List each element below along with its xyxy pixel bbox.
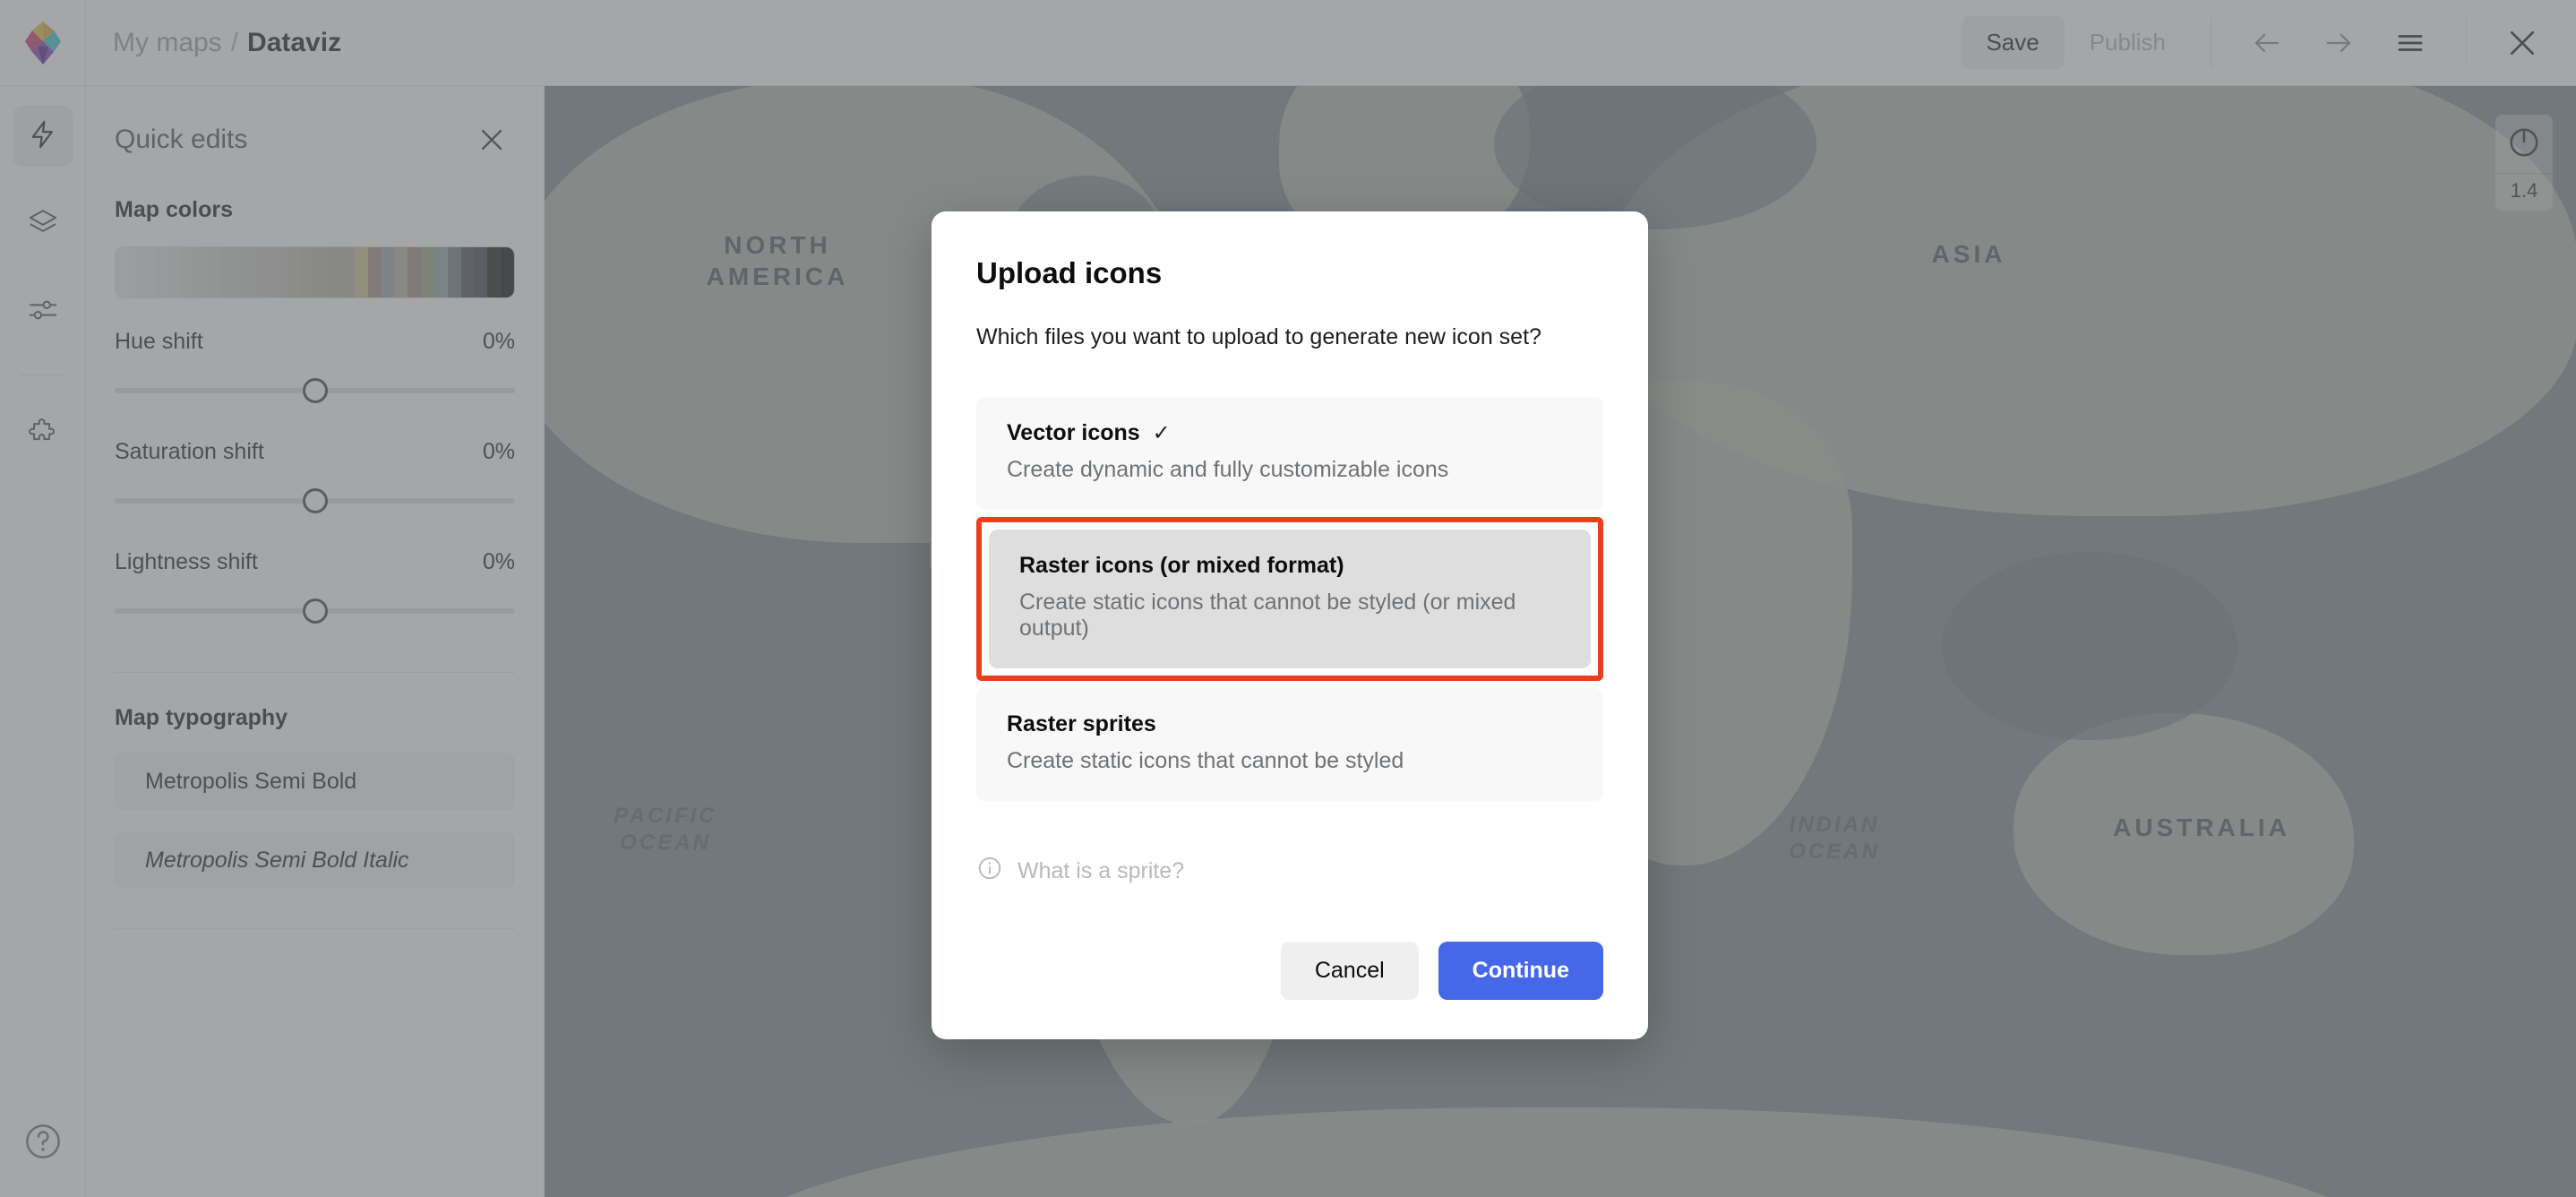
modal-footer: Cancel Continue — [976, 942, 1603, 1000]
upload-icons-modal: Upload icons Which files you want to upl… — [932, 211, 1648, 1039]
option-description: Create static icons that cannot be style… — [1007, 748, 1404, 773]
option-description: Create dynamic and fully customizable ic… — [1007, 457, 1449, 482]
option-title-row: Raster icons (or mixed format) — [1019, 553, 1560, 579]
what-is-a-sprite-link[interactable]: What is a sprite? — [976, 855, 1603, 888]
check-icon: ✓ — [1152, 421, 1171, 445]
option-vector-icons[interactable]: Vector icons ✓ Create dynamic and fully … — [976, 397, 1603, 510]
option-title: Raster icons (or mixed format) — [1019, 553, 1344, 578]
sprite-link-label: What is a sprite? — [1018, 858, 1185, 883]
modal-subtitle: Which files you want to upload to genera… — [976, 324, 1541, 349]
option-title: Raster sprites — [1007, 711, 1156, 736]
annotation-highlight-box: Raster icons (or mixed format) Create st… — [976, 517, 1603, 681]
option-title-row: Raster sprites — [1007, 711, 1573, 737]
upload-option-list: Vector icons ✓ Create dynamic and fully … — [976, 397, 1603, 801]
option-title: Vector icons — [1007, 420, 1140, 445]
modal-title: Upload icons — [976, 256, 1163, 289]
option-raster-sprites[interactable]: Raster sprites Create static icons that … — [976, 688, 1603, 801]
cancel-button[interactable]: Cancel — [1280, 942, 1419, 1000]
option-raster-icons[interactable]: Raster icons (or mixed format) Create st… — [989, 530, 1591, 668]
continue-button[interactable]: Continue — [1438, 942, 1603, 1000]
info-circle-icon — [976, 855, 1003, 888]
option-description: Create static icons that cannot be style… — [1019, 590, 1516, 641]
option-title-row: Vector icons ✓ — [1007, 420, 1573, 446]
